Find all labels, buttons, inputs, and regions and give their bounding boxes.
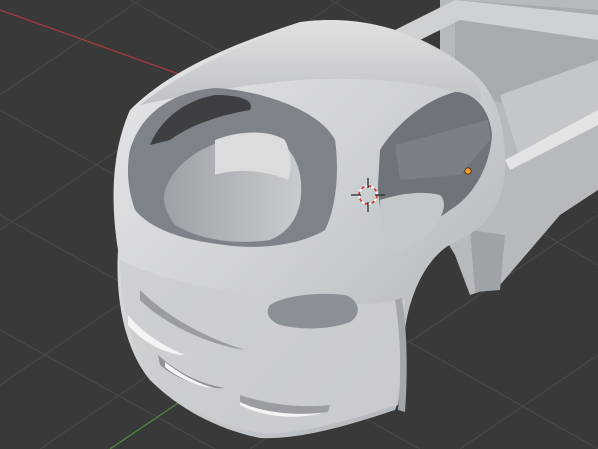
viewport-canvas[interactable]: [0, 0, 598, 449]
x-axis-line: [0, 9, 191, 79]
car-body-mesh[interactable]: [113, 0, 598, 439]
3d-viewport[interactable]: [0, 0, 598, 449]
object-origin-marker[interactable]: [464, 167, 472, 175]
